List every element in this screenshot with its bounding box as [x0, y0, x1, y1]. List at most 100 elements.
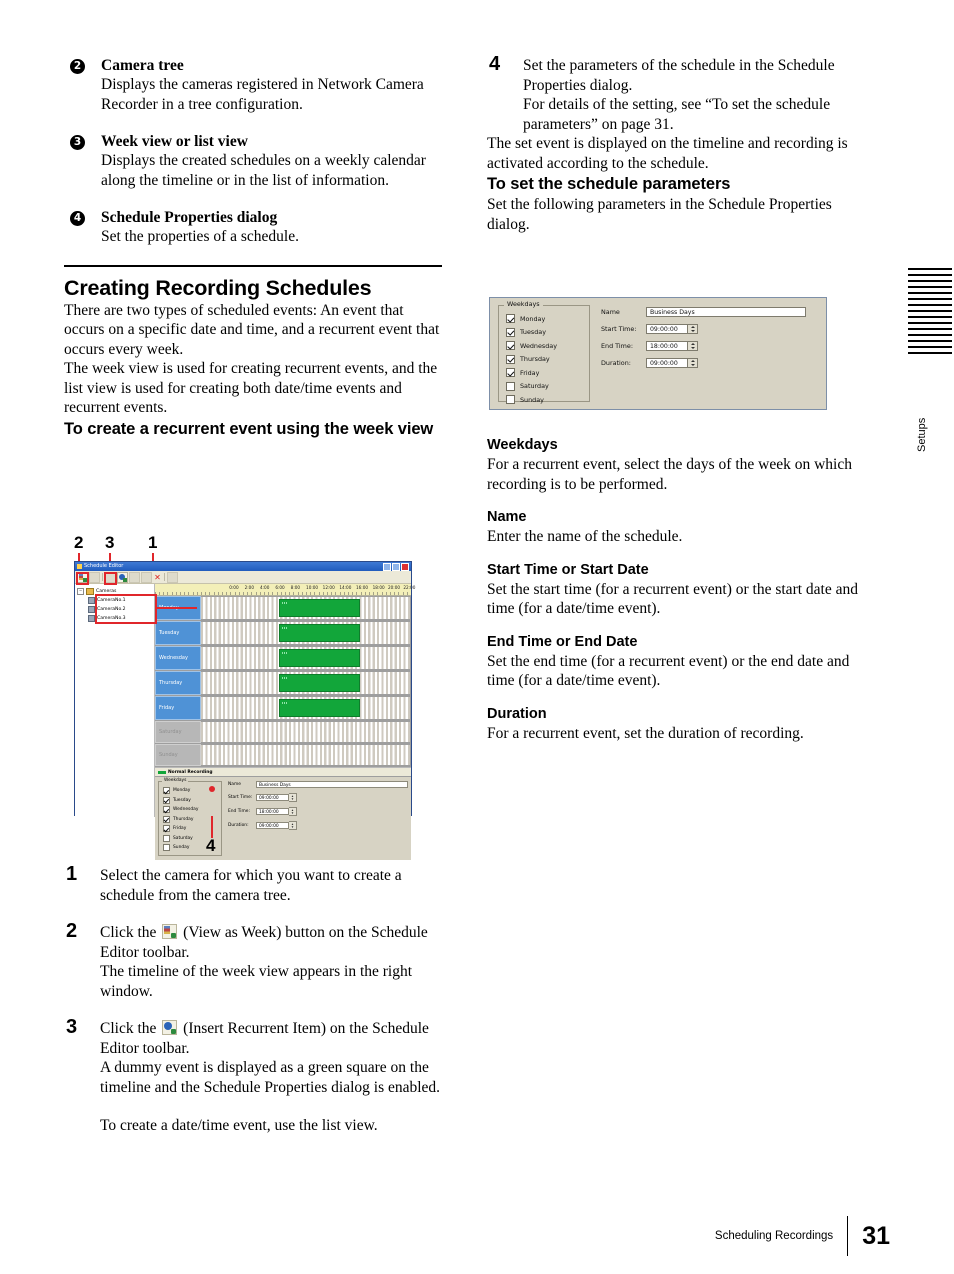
- checkbox-friday[interactable]: [506, 368, 515, 377]
- weekday-row-friday[interactable]: Friday: [506, 368, 585, 377]
- checkbox-tuesday[interactable]: [506, 327, 515, 337]
- name-input[interactable]: Business Days: [256, 781, 408, 788]
- weekday-row-wednesday[interactable]: Wednesday: [506, 341, 585, 350]
- weekday-row-monday[interactable]: Monday: [506, 314, 585, 323]
- weekday-row-thursday[interactable]: Thursday: [506, 354, 585, 364]
- timeline-row[interactable]: Tuesday: [155, 621, 411, 646]
- checkbox-monday[interactable]: [506, 314, 515, 323]
- timeline-tick: 4:00: [259, 585, 270, 590]
- timeline-tick: 0:00: [229, 585, 239, 590]
- timeline-day-label: Tuesday: [155, 621, 201, 645]
- figure-callout-4: 4: [206, 836, 216, 855]
- figure-callout-tick-1: [152, 553, 154, 561]
- parameter-title: Start Time or Start Date: [487, 561, 649, 578]
- embedded-field-end-time: End Time: 18:00:00 ▲ ▼: [228, 807, 408, 816]
- timeline-event-block[interactable]: [279, 624, 360, 642]
- timeline-event-block[interactable]: [279, 699, 360, 717]
- camera-icon: [88, 615, 95, 622]
- parameter-weekdays: Weekdays For a recurrent event, select t…: [487, 436, 862, 494]
- checkbox-thursday[interactable]: [506, 354, 515, 364]
- timeline-track[interactable]: [201, 744, 411, 766]
- view-as-list-icon[interactable]: [89, 571, 100, 583]
- end-time-input[interactable]: 18:00:00: [256, 808, 289, 815]
- right-column: 4 Set the parameters of the schedule in …: [487, 53, 862, 234]
- timeline-track[interactable]: [201, 671, 411, 695]
- start-time-stepper[interactable]: ▲ ▼: [289, 793, 297, 802]
- timeline-row[interactable]: Wednesday: [155, 646, 411, 671]
- figure-callout-1: 1: [148, 533, 158, 552]
- timeline-row[interactable]: Thursday: [155, 671, 411, 696]
- timeline-track[interactable]: [201, 596, 411, 620]
- timeline-row[interactable]: Friday: [155, 696, 411, 721]
- paste-icon[interactable]: [141, 571, 152, 583]
- annotation-box-camera-tree: [95, 594, 157, 624]
- embedded-field-start-time: Start Time: 09:00:00 ▲ ▼: [228, 793, 408, 802]
- insert-recurrent-item-icon[interactable]: [117, 571, 128, 583]
- embedded-field-name: Name Business Days: [228, 781, 408, 788]
- checkbox-wednesday[interactable]: [163, 806, 170, 813]
- duration-input[interactable]: 09:00:00: [646, 358, 688, 368]
- tree-expander-icon[interactable]: −: [77, 588, 84, 595]
- checkbox-tuesday[interactable]: [163, 796, 170, 804]
- start-time-stepper[interactable]: [688, 324, 698, 334]
- start-time-input[interactable]: 09:00:00: [256, 794, 289, 801]
- figure-callout-bottom: 4: [64, 816, 444, 858]
- weekday-row-saturday[interactable]: Saturday: [506, 381, 585, 391]
- intro-paragraph-1: There are two types of scheduled events:…: [64, 301, 440, 358]
- timeline-event-block[interactable]: [279, 649, 360, 667]
- end-time-input[interactable]: 18:00:00: [646, 341, 688, 351]
- parameter-body: Enter the name of the schedule.: [487, 528, 683, 545]
- figure-callout-tick-3: [109, 553, 111, 561]
- figure-callout-leader-4: [211, 816, 213, 838]
- start-time-input[interactable]: 09:00:00: [646, 324, 688, 334]
- end-time-stepper[interactable]: ▲ ▼: [289, 807, 297, 816]
- weekday-row-sunday[interactable]: Sunday: [506, 395, 585, 404]
- properties-icon[interactable]: [167, 571, 178, 583]
- after-step-paragraph: The set event is displayed on the timeli…: [487, 135, 848, 172]
- timeline-tick: 22:00: [403, 585, 416, 590]
- timeline-event-block[interactable]: [279, 674, 360, 692]
- end-time-stepper[interactable]: [688, 341, 698, 351]
- copy-icon[interactable]: [129, 571, 140, 583]
- timeline-day-label: Thursday: [155, 671, 201, 695]
- callout-body-4: Set the properties of a schedule.: [101, 228, 299, 245]
- timeline-row[interactable]: Saturday: [155, 721, 411, 744]
- weekday-row-tuesday[interactable]: Tuesday: [506, 327, 585, 337]
- timeline-track[interactable]: [201, 721, 411, 743]
- field-label-start-time: Start Time:: [601, 325, 637, 333]
- margin-thumb-tab: Setups: [908, 268, 952, 457]
- parameter-definitions: Weekdays For a recurrent event, select t…: [487, 436, 862, 743]
- embedded-weekday-row[interactable]: Wednesday: [163, 806, 218, 813]
- legend-color-swatch: [158, 770, 166, 774]
- callout-title-2: Camera tree: [101, 57, 184, 74]
- left-column-steps: 1 Select the camera for which you want t…: [64, 863, 442, 1136]
- parameter-body: For a recurrent event, set the duration …: [487, 724, 804, 742]
- embedded-weekday-row[interactable]: Tuesday: [163, 796, 218, 804]
- checkbox-saturday[interactable]: [506, 381, 515, 391]
- footer-divider: [847, 1216, 849, 1256]
- minimize-icon[interactable]: [383, 562, 391, 571]
- schedule-editor-toolbar: ✕: [75, 571, 411, 584]
- close-icon[interactable]: [401, 562, 409, 571]
- checkbox-label: Monday: [173, 788, 191, 793]
- subsection-heading-week-view: To create a recurrent event using the we…: [64, 419, 434, 438]
- timeline-event-block[interactable]: [279, 599, 360, 617]
- step-text-note: To create a date/time event, use the lis…: [100, 1117, 378, 1134]
- step-text: Click the (Insert Recurrent Item) on the…: [100, 1019, 442, 1058]
- callout-title-3: Week view or list view: [101, 133, 248, 150]
- maximize-icon[interactable]: [392, 562, 400, 571]
- view-as-week-icon: [162, 924, 178, 939]
- field-row-name: Name Business Days: [601, 307, 818, 317]
- timeline-track[interactable]: [201, 621, 411, 645]
- timeline-day-label: Sunday: [155, 744, 201, 766]
- timeline-row[interactable]: Sunday: [155, 744, 411, 767]
- camera-icon: [88, 606, 95, 613]
- checkbox-monday[interactable]: [163, 787, 170, 794]
- timeline-track[interactable]: [201, 696, 411, 720]
- timeline-track[interactable]: [201, 646, 411, 670]
- duration-stepper[interactable]: [688, 358, 698, 368]
- name-input[interactable]: Business Days: [646, 307, 806, 317]
- checkbox-sunday[interactable]: [506, 395, 515, 404]
- checkbox-wednesday[interactable]: [506, 341, 515, 350]
- delete-icon[interactable]: ✕: [153, 573, 162, 582]
